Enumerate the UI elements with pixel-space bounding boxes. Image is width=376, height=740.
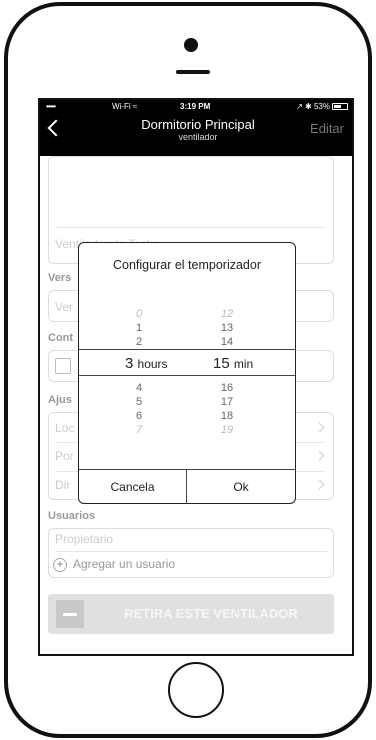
adjust-row-3[interactable]: Dir — [55, 478, 70, 492]
minus-icon — [56, 600, 84, 628]
adjust-label: Ajus — [48, 394, 72, 406]
home-button[interactable] — [168, 662, 224, 718]
selected-minutes[interactable]: 15 min — [213, 355, 253, 372]
selected-minutes-value: 15 — [213, 355, 230, 372]
edit-button[interactable]: Editar — [310, 121, 344, 136]
selected-hours-value: 3 — [125, 355, 134, 372]
nav-bar: ••••• Wi-Fi ≈ 3:19 PM ↗ ✱ 53% Dormitorio… — [40, 100, 352, 156]
owner-item: Propietario — [55, 532, 114, 546]
speaker-icon — [176, 70, 210, 74]
cancel-button[interactable]: Cancela — [79, 470, 187, 504]
adjust-row-2[interactable]: Por — [55, 449, 74, 463]
control-label: Cont — [48, 332, 74, 344]
picker-option[interactable]: 1 — [109, 321, 169, 335]
wifi-indicator: Wi-Fi ≈ — [112, 102, 138, 111]
signal-indicator: ••••• — [46, 102, 56, 111]
status-icons: ↗ ✱ 53% — [296, 102, 330, 111]
dialog-title: Configurar el temporizador — [113, 258, 261, 272]
back-icon[interactable] — [47, 119, 65, 137]
remove-fan-label: RETIRA ESTE VENTILADOR — [124, 606, 298, 621]
camera-icon — [184, 38, 198, 52]
add-user-button[interactable]: Agregar un usuario — [73, 557, 175, 571]
page-title: Dormitorio Principal — [141, 117, 255, 132]
timer-dialog: Configurar el temporizador 0 1 2 4 5 6 7… — [78, 242, 296, 504]
picker-option[interactable]: 2 — [109, 335, 169, 349]
chevron-right-icon — [314, 450, 325, 461]
picker-option[interactable]: 4 — [109, 381, 169, 395]
picker-option[interactable]: 19 — [197, 423, 257, 437]
status-bar: ••••• Wi-Fi ≈ 3:19 PM ↗ ✱ 53% — [40, 100, 352, 114]
picker-option[interactable]: 18 — [197, 409, 257, 423]
hours-unit: hours — [137, 357, 168, 371]
battery-icon — [332, 103, 348, 110]
screen: ••••• Wi-Fi ≈ 3:19 PM ↗ ✱ 53% Dormitorio… — [38, 98, 354, 656]
version-value: Ver — [55, 300, 74, 314]
users-card: Propietario + Agregar un usuario — [48, 528, 334, 578]
picker-option[interactable]: 12 — [197, 307, 257, 321]
dialog-footer: Cancela Ok — [79, 469, 295, 504]
picker-option[interactable]: 17 — [197, 395, 257, 409]
plus-icon[interactable]: + — [53, 558, 67, 572]
picker-option[interactable]: 0 — [109, 307, 169, 321]
page-subtitle: ventilador — [178, 132, 218, 142]
minutes-unit: min — [233, 357, 254, 371]
chevron-right-icon — [314, 422, 325, 433]
divider — [55, 551, 327, 552]
picker-option[interactable]: 6 — [109, 409, 169, 423]
status-time: 3:19 PM — [180, 102, 211, 111]
selection-line-bottom — [79, 375, 295, 376]
timer-icon[interactable] — [55, 358, 71, 374]
picker-option[interactable]: 5 — [109, 395, 169, 409]
picker-option[interactable]: 16 — [197, 381, 257, 395]
picker-option[interactable]: 14 — [197, 335, 257, 349]
selected-hours[interactable]: 3 hours — [125, 355, 168, 372]
remove-fan-button[interactable]: RETIRA ESTE VENTILADOR — [48, 594, 334, 634]
selection-line-top — [79, 349, 295, 350]
phone-frame: ••••• Wi-Fi ≈ 3:19 PM ↗ ✱ 53% Dormitorio… — [4, 2, 372, 738]
version-label: Vers — [48, 272, 72, 284]
picker-option[interactable]: 13 — [197, 321, 257, 335]
picker-option[interactable]: 7 — [109, 423, 169, 437]
divider — [57, 227, 325, 228]
ok-button[interactable]: Ok — [187, 470, 295, 504]
chevron-right-icon — [314, 479, 325, 490]
users-label: Usuarios — [48, 510, 96, 522]
adjust-row-1[interactable]: Loc — [55, 421, 74, 435]
